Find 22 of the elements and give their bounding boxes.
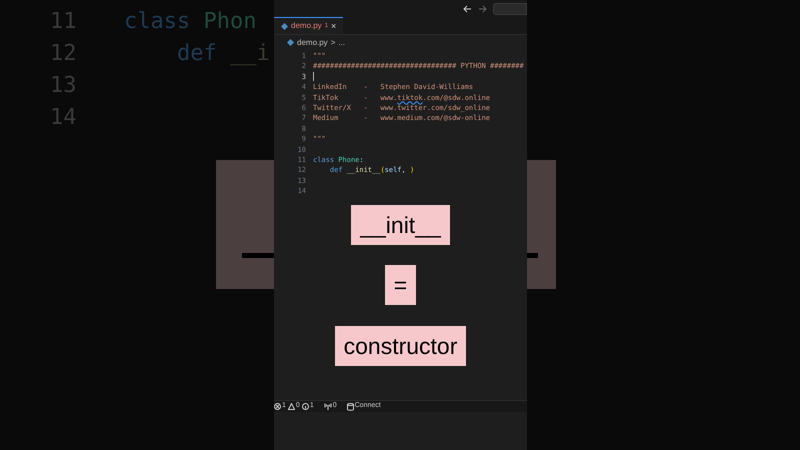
back-arrow-icon[interactable] bbox=[463, 4, 472, 12]
close-icon[interactable]: × bbox=[331, 22, 336, 30]
code-token: def bbox=[176, 41, 218, 66]
file-icon bbox=[287, 39, 294, 46]
breadcrumb-separator: > bbox=[330, 36, 336, 48]
breadcrumb-item[interactable]: demo.py bbox=[297, 36, 328, 48]
caption-label: = bbox=[384, 265, 416, 305]
caption-label: __init__ bbox=[351, 205, 450, 245]
database-icon bbox=[346, 402, 354, 410]
code-token: class bbox=[124, 9, 192, 34]
error-icon bbox=[274, 403, 281, 410]
file-icon bbox=[281, 22, 288, 30]
forward-arrow-icon[interactable] bbox=[478, 4, 487, 12]
warning-icon bbox=[288, 403, 295, 410]
breadcrumb-item[interactable]: ... bbox=[338, 36, 346, 48]
search-field[interactable] bbox=[493, 2, 527, 14]
info-icon bbox=[302, 403, 309, 410]
text-cursor bbox=[313, 72, 314, 82]
tab-label: demo.py bbox=[291, 20, 322, 32]
code-token: Phon bbox=[203, 9, 256, 34]
antenna-icon bbox=[324, 403, 332, 410]
caption-label: constructor bbox=[334, 326, 466, 366]
